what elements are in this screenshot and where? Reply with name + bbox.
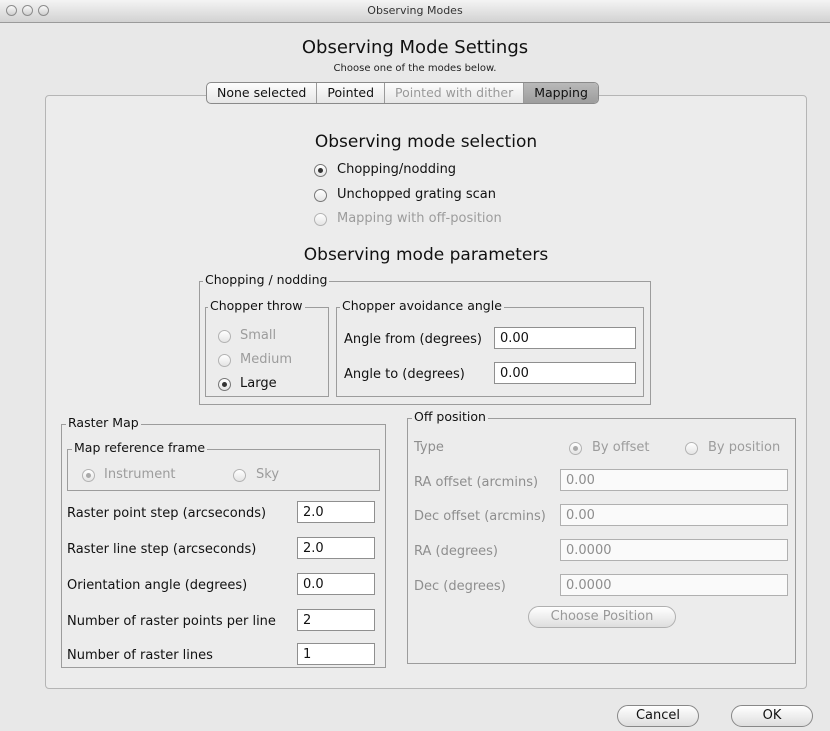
radio-unchopped-label: Unchopped grating scan <box>337 187 497 202</box>
radio-chopping-nodding[interactable] <box>314 164 327 177</box>
raster-point-step-label: Raster point step (arcseconds) <box>67 506 267 521</box>
radio-chopping-nodding-label: Chopping/nodding <box>337 162 457 177</box>
ok-button[interactable]: OK <box>731 705 813 727</box>
ra-degrees-label: RA (degrees) <box>414 544 499 559</box>
chopper-avoidance-title: Chopper avoidance angle <box>340 298 504 313</box>
radio-throw-medium[interactable] <box>218 354 231 367</box>
ra-offset-label: RA offset (arcmins) <box>414 475 539 490</box>
radio-mapping-off-position-label: Mapping with off-position <box>337 211 502 226</box>
choose-position-button[interactable]: Choose Position <box>528 606 676 628</box>
off-position-type-label: Type <box>414 440 444 455</box>
tab-pointed-with-dither[interactable]: Pointed with dither <box>385 83 525 103</box>
window-title: Observing Modes <box>367 4 463 17</box>
page-subtitle: Choose one of the modes below. <box>333 63 497 74</box>
tab-mapping[interactable]: Mapping <box>524 83 598 103</box>
angle-from-input[interactable] <box>494 327 636 349</box>
raster-points-per-line-input[interactable] <box>297 609 375 631</box>
radio-unchopped-grating-scan[interactable] <box>314 189 327 202</box>
radio-by-offset-label: By offset <box>592 440 650 455</box>
raster-map-title: Raster Map <box>66 415 141 430</box>
radio-throw-large[interactable] <box>218 378 231 391</box>
page-title: Observing Mode Settings <box>301 37 529 58</box>
dec-offset-label: Dec offset (arcmins) <box>414 509 546 524</box>
mode-tabs: None selected Pointed Pointed with dithe… <box>206 82 599 104</box>
radio-frame-sky[interactable] <box>233 469 246 482</box>
dec-degrees-input[interactable] <box>560 574 788 596</box>
tab-none-selected[interactable]: None selected <box>207 83 318 103</box>
radio-frame-instrument[interactable] <box>82 469 95 482</box>
tab-pointed[interactable]: Pointed <box>317 83 386 103</box>
radio-throw-small[interactable] <box>218 330 231 343</box>
angle-from-label: Angle from (degrees) <box>344 332 482 347</box>
radio-by-offset[interactable] <box>569 442 582 455</box>
radio-mapping-off-position[interactable] <box>314 213 327 226</box>
dec-offset-input[interactable] <box>560 504 788 526</box>
map-reference-frame-title: Map reference frame <box>72 440 208 455</box>
raster-points-per-line-label: Number of raster points per line <box>67 614 276 629</box>
ra-offset-input[interactable] <box>560 469 788 491</box>
raster-lines-label: Number of raster lines <box>67 648 213 663</box>
dec-degrees-label: Dec (degrees) <box>414 579 506 594</box>
off-position-title: Off position <box>412 409 488 424</box>
radio-frame-sky-label: Sky <box>256 467 280 482</box>
mode-parameters-heading: Observing mode parameters <box>303 245 549 265</box>
mode-selection-heading: Observing mode selection <box>314 132 538 152</box>
radio-throw-small-label: Small <box>240 328 277 343</box>
orientation-angle-input[interactable] <box>297 573 375 595</box>
angle-to-input[interactable] <box>494 362 636 384</box>
chopper-throw-title: Chopper throw <box>208 298 305 313</box>
raster-line-step-input[interactable] <box>297 537 375 559</box>
window-titlebar: Observing Modes <box>0 0 830 23</box>
ra-degrees-input[interactable] <box>560 539 788 561</box>
raster-point-step-input[interactable] <box>297 501 375 523</box>
raster-lines-input[interactable] <box>297 643 375 665</box>
radio-throw-medium-label: Medium <box>240 352 292 367</box>
radio-by-position-label: By position <box>708 440 781 455</box>
chopping-nodding-title: Chopping / nodding <box>203 272 330 287</box>
radio-frame-instrument-label: Instrument <box>104 467 176 482</box>
cancel-button[interactable]: Cancel <box>617 705 699 727</box>
orientation-angle-label: Orientation angle (degrees) <box>67 578 248 593</box>
angle-to-label: Angle to (degrees) <box>344 367 465 382</box>
radio-throw-large-label: Large <box>240 376 277 391</box>
radio-by-position[interactable] <box>685 442 698 455</box>
raster-line-step-label: Raster line step (arcseconds) <box>67 542 257 557</box>
